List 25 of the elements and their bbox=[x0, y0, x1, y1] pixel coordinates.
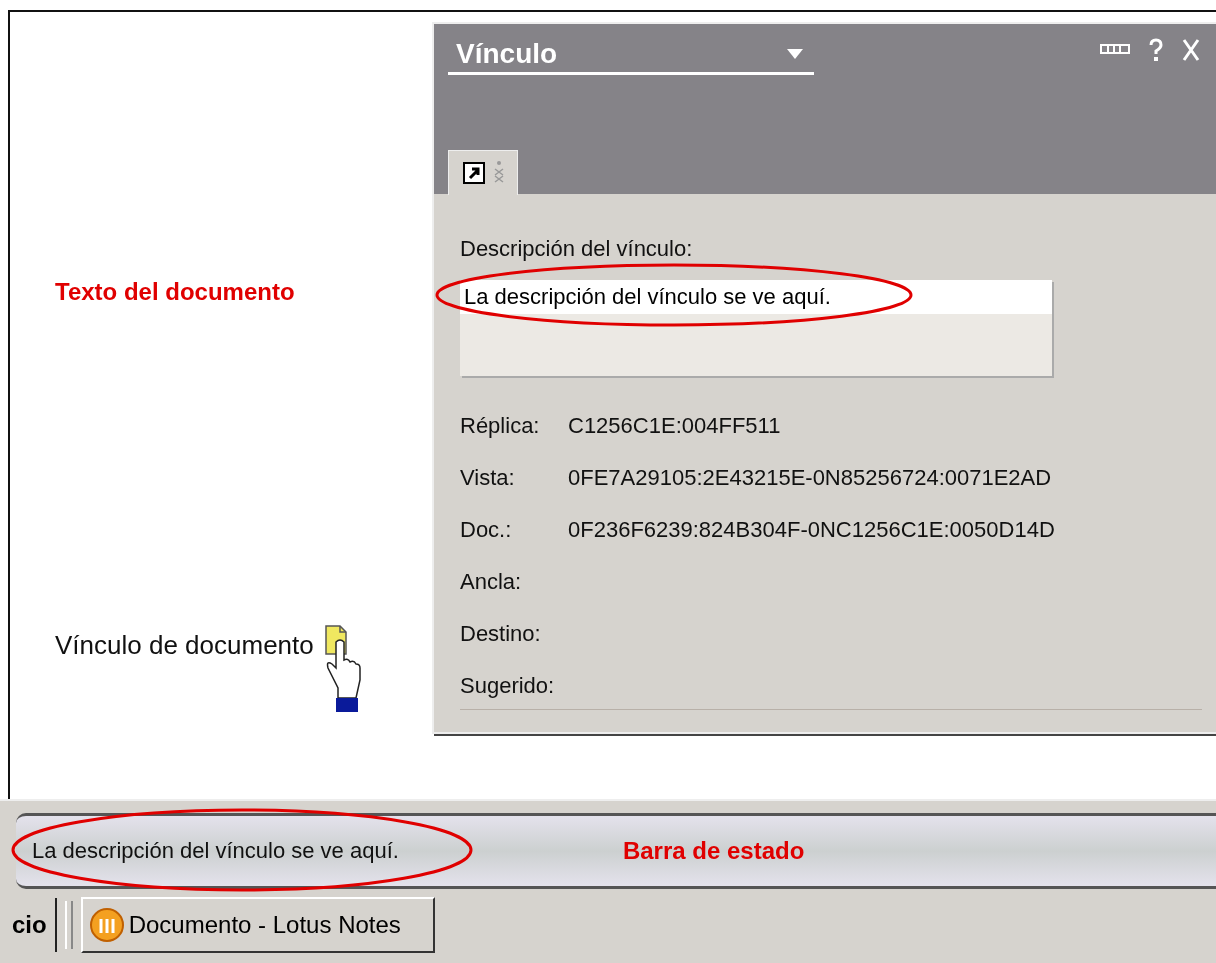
field-label: Vista: bbox=[460, 465, 516, 491]
annotation-text: Texto del documento bbox=[55, 278, 296, 306]
toolbar-grip[interactable] bbox=[64, 901, 73, 949]
help-icon[interactable] bbox=[1148, 38, 1164, 62]
caret-icon bbox=[786, 48, 804, 60]
link-text: Vínculo de documento bbox=[55, 630, 314, 661]
field-label: Réplica: bbox=[460, 413, 541, 439]
link-tab[interactable] bbox=[463, 162, 485, 184]
taskbar-button[interactable]: Documento - Lotus Notes bbox=[80, 897, 435, 953]
app-logo-icon bbox=[88, 907, 125, 943]
info-tab[interactable] bbox=[493, 160, 505, 186]
field-label: Destino: bbox=[460, 621, 542, 647]
close-icon[interactable] bbox=[1182, 38, 1200, 62]
field-label: Doc.: bbox=[460, 517, 513, 543]
pin-icon[interactable] bbox=[1100, 44, 1130, 56]
title-dropdown[interactable]: Vínculo bbox=[448, 38, 814, 75]
annotation-text: Barra de estado bbox=[622, 837, 805, 865]
status-text: La descripción del vínculo se ve aquí. bbox=[32, 838, 399, 864]
description-label: Descripción del vínculo: bbox=[460, 236, 694, 262]
field-value: 0F236F6239:824B304F-0NC1256C1E:0050D14D bbox=[568, 517, 1055, 543]
field-value: C1256C1E:004FF511 bbox=[568, 413, 781, 439]
field-label: Sugerido: bbox=[460, 673, 556, 699]
field-value: 0FE7A29105:2E43215E-0N85256724:0071E2AD bbox=[568, 465, 1052, 491]
field-label: Ancla: bbox=[460, 569, 523, 595]
description-field[interactable]: La descripción del vínculo se ve aquí. bbox=[460, 280, 1052, 376]
